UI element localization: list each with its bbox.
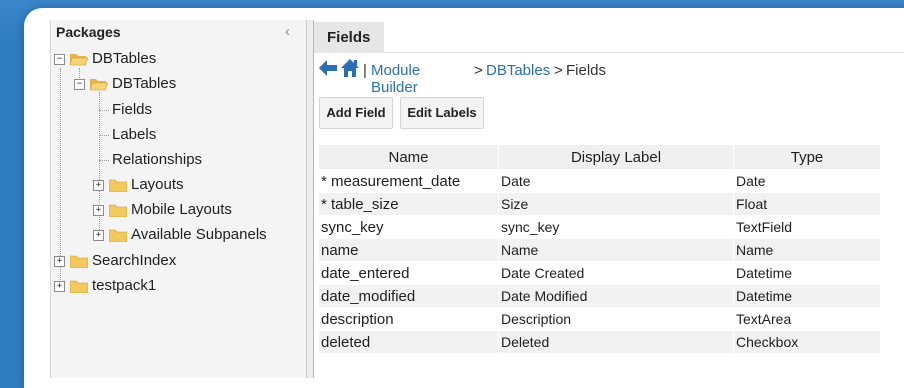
table-row[interactable]: * table_size Size Float [319, 192, 881, 216]
field-name[interactable]: date_modified [319, 284, 499, 308]
fields-table: Name Display Label Type * measurement_da… [319, 145, 881, 353]
tree-item-label: Relationships [112, 151, 203, 168]
table-row[interactable]: date_modified Date Modified Datetime [319, 284, 881, 308]
packages-panel: Packages ‹ [50, 20, 307, 378]
field-type: Checkbox [733, 330, 881, 353]
folder-icon [70, 280, 88, 293]
folder-icon [109, 179, 127, 192]
packages-title: Packages [56, 24, 121, 40]
field-display-label: Description [498, 307, 734, 331]
expand-toggle-icon[interactable]: + [54, 281, 65, 292]
tab-divider [384, 52, 904, 53]
open-folder-icon [70, 54, 88, 66]
back-arrow-icon[interactable] [318, 58, 338, 78]
column-header-type[interactable]: Type [733, 145, 881, 170]
collapse-toggle-icon[interactable]: − [54, 54, 65, 65]
field-display-label: sync_key [498, 215, 734, 239]
field-type: Date [733, 169, 881, 193]
field-display-label: Date Modified [498, 284, 734, 308]
field-type: TextArea [733, 307, 881, 331]
expand-toggle-icon[interactable]: + [93, 180, 104, 191]
field-display-label: Deleted [498, 330, 734, 353]
column-header-name[interactable]: Name [319, 145, 499, 170]
expand-toggle-icon[interactable]: + [54, 256, 65, 267]
field-name[interactable]: deleted [319, 330, 499, 353]
field-type: Float [733, 192, 881, 216]
tree-item-label: Layouts [131, 176, 184, 193]
field-name[interactable]: * measurement_date [319, 169, 499, 193]
breadcrumb-arrow: > [554, 62, 563, 79]
field-display-label: Date [498, 169, 734, 193]
field-display-label: Date Created [498, 261, 734, 285]
tree-item-label: SearchIndex [92, 252, 177, 269]
tree-item-label: Fields [112, 101, 153, 118]
table-row[interactable]: description Description TextArea [319, 307, 881, 331]
tree-item-label: Labels [112, 126, 157, 143]
field-name[interactable]: description [319, 307, 499, 331]
tree-item-label: Available Subpanels [131, 226, 267, 243]
breadcrumb-separator: | [363, 62, 367, 79]
tree-connector [99, 160, 109, 161]
tree-connector [60, 68, 61, 286]
edit-labels-button[interactable]: Edit Labels [400, 97, 484, 129]
expand-toggle-icon[interactable]: + [93, 230, 104, 241]
field-name[interactable]: * table_size [319, 192, 499, 216]
tree-connector [99, 135, 109, 136]
field-display-label: Size [498, 192, 734, 216]
field-name[interactable]: name [319, 238, 499, 262]
table-header-row: Name Display Label Type [319, 145, 881, 170]
add-field-button[interactable]: Add Field [319, 97, 393, 129]
field-name[interactable]: sync_key [319, 215, 499, 239]
field-name[interactable]: date_entered [319, 261, 499, 285]
collapse-toggle-icon[interactable]: − [74, 79, 85, 90]
column-header-display-label[interactable]: Display Label [498, 145, 734, 170]
expand-toggle-icon[interactable]: + [93, 205, 104, 216]
panel-splitter[interactable] [306, 20, 314, 378]
table-row[interactable]: date_entered Date Created Datetime [319, 261, 881, 285]
breadcrumb-arrow: > [474, 62, 483, 79]
open-folder-icon [90, 79, 108, 91]
tree-item-label: testpack1 [92, 277, 157, 294]
home-icon[interactable] [340, 58, 360, 78]
tab-fields[interactable]: Fields [314, 22, 384, 53]
table-row[interactable]: deleted Deleted Checkbox [319, 330, 881, 353]
breadcrumb-current: Fields [566, 62, 607, 79]
folder-icon [109, 229, 127, 242]
breadcrumb-dbtables-link[interactable]: DBTables [486, 62, 550, 79]
field-type: TextField [733, 215, 881, 239]
table-row[interactable]: name Name Name [319, 238, 881, 262]
breadcrumb-module-builder-link[interactable]: Module Builder [371, 62, 420, 96]
folder-icon [70, 255, 88, 268]
field-type: Name [733, 238, 881, 262]
table-row[interactable]: * measurement_date Date Date [319, 169, 881, 193]
field-type: Datetime [733, 284, 881, 308]
tree-item-label: Mobile Layouts [131, 201, 232, 218]
folder-icon [109, 204, 127, 217]
tree-connector [99, 110, 109, 111]
table-row[interactable]: sync_key sync_key TextField [319, 215, 881, 239]
collapse-panel-icon[interactable]: ‹ [285, 23, 290, 40]
field-display-label: Name [498, 238, 734, 262]
tree-item-label: DBTables [92, 50, 157, 67]
tab-label: Fields [327, 29, 371, 46]
tree-item-label: DBTables [112, 75, 177, 92]
field-type: Datetime [733, 261, 881, 285]
